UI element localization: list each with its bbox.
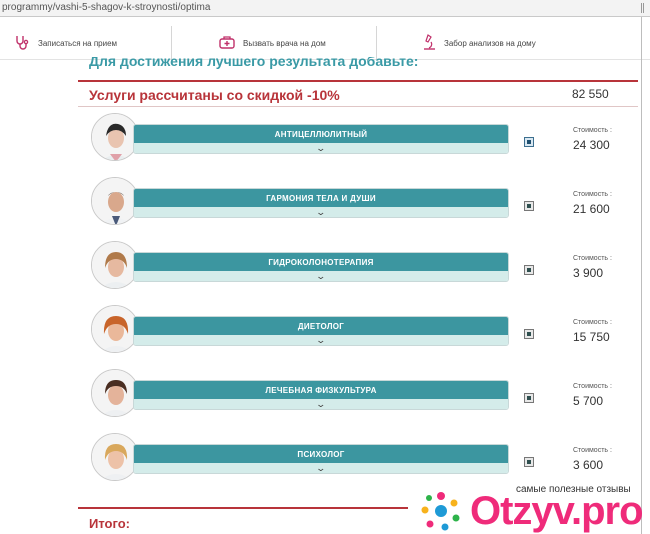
- service-name: ЛЕЧЕБНАЯ ФИЗКУЛЬТУРА: [134, 381, 508, 399]
- price-label: Стоимость :: [573, 255, 612, 262]
- nav-home-tests[interactable]: Забор анализов на дому: [422, 26, 536, 60]
- nav-home-tests-label: Забор анализов на дому: [444, 38, 536, 48]
- chevron-down-icon[interactable]: ⌄: [316, 209, 327, 218]
- service-checkbox[interactable]: [524, 457, 534, 467]
- service-checkbox[interactable]: [524, 137, 534, 147]
- microscope-icon: [422, 34, 444, 52]
- doctor-photo: [91, 305, 139, 353]
- discount-label: Услуги рассчитаны со скидкой -10%: [89, 87, 340, 103]
- nav-book-appointment-label: Записаться на прием: [38, 38, 118, 48]
- service-row: АНТИЦЕЛЛЮЛИТНЫЙ ⌄ Стоимость : 24 300: [88, 111, 633, 173]
- nav-call-doctor-label: Вызвать врача на дом: [243, 38, 326, 48]
- price-label: Стоимость :: [573, 319, 612, 326]
- scroll-indicator: [641, 3, 644, 13]
- price-label: Стоимость :: [573, 127, 612, 134]
- chevron-down-icon[interactable]: ⌄: [316, 465, 327, 474]
- doctor-photo: [91, 177, 139, 225]
- price-label: Стоимость :: [573, 383, 612, 390]
- service-row: ЛЕЧЕБНАЯ ФИЗКУЛЬТУРА ⌄ Стоимость : 5 700: [88, 367, 633, 429]
- nav-divider: [171, 26, 172, 60]
- price-value: 5 700: [573, 394, 604, 408]
- discount-total: 82 550: [572, 87, 609, 101]
- doctor-photo: [91, 433, 139, 481]
- service-toggle-bar[interactable]: ГИДРОКОЛОНОТЕРАПИЯ ⌄: [133, 252, 509, 282]
- chevron-down-icon[interactable]: ⌄: [316, 337, 327, 346]
- service-name: ПСИХОЛОГ: [134, 445, 508, 463]
- nav-book-appointment[interactable]: Записаться на прием: [14, 26, 117, 60]
- promo-heading: Для достижения лучшего результата добавь…: [89, 57, 419, 69]
- total-divider: [78, 507, 408, 509]
- price-label: Стоимость :: [573, 191, 612, 198]
- chevron-down-icon[interactable]: ⌄: [316, 273, 327, 282]
- service-name: ГИДРОКОЛОНОТЕРАПИЯ: [134, 253, 508, 271]
- service-toggle-bar[interactable]: АНТИЦЕЛЛЮЛИТНЫЙ ⌄: [133, 124, 509, 154]
- total-label: Итого:: [89, 516, 130, 531]
- doctor-photo: [91, 369, 139, 417]
- stethoscope-icon: [14, 34, 38, 52]
- service-checkbox[interactable]: [524, 201, 534, 211]
- service-row: ДИЕТОЛОГ ⌄ Стоимость : 15 750: [88, 303, 633, 365]
- price-value: 24 300: [573, 138, 610, 152]
- service-toggle-bar[interactable]: ДИЕТОЛОГ ⌄: [133, 316, 509, 346]
- service-toggle-bar[interactable]: ПСИХОЛОГ ⌄: [133, 444, 509, 474]
- service-toggle-bar[interactable]: ГАРМОНИЯ ТЕЛА И ДУШИ ⌄: [133, 188, 509, 218]
- chevron-down-icon[interactable]: ⌄: [316, 145, 327, 154]
- service-name: АНТИЦЕЛЛЮЛИТНЫЙ: [134, 125, 508, 143]
- service-toggle-bar[interactable]: ЛЕЧЕБНАЯ ФИЗКУЛЬТУРА ⌄: [133, 380, 509, 410]
- price-label: Стоимость :: [573, 447, 612, 454]
- chevron-down-icon[interactable]: ⌄: [316, 401, 327, 410]
- discount-row: Услуги рассчитаны со скидкой -10% 82 550: [78, 80, 638, 107]
- url-text[interactable]: programmy/vashi-5-shagov-k-stroynosti/op…: [2, 2, 210, 13]
- service-name: ДИЕТОЛОГ: [134, 317, 508, 335]
- service-checkbox[interactable]: [524, 393, 534, 403]
- price-value: 3 600: [573, 458, 604, 472]
- price-value: 15 750: [573, 330, 610, 344]
- service-row: ГИДРОКОЛОНОТЕРАПИЯ ⌄ Стоимость : 3 900: [88, 239, 633, 301]
- address-bar[interactable]: programmy/vashi-5-shagov-k-stroynosti/op…: [0, 0, 650, 17]
- nav-call-doctor[interactable]: Вызвать врача на дом: [219, 26, 326, 60]
- top-navigation: Записаться на прием Вызвать врача на дом…: [0, 26, 650, 60]
- nav-divider: [376, 26, 377, 60]
- watermark-logo: Otzyv.pro: [418, 489, 650, 534]
- medical-bag-icon: [219, 35, 243, 51]
- doctor-photo: [91, 241, 139, 289]
- service-name: ГАРМОНИЯ ТЕЛА И ДУШИ: [134, 189, 508, 207]
- price-value: 3 900: [573, 266, 604, 280]
- service-checkbox[interactable]: [524, 329, 534, 339]
- service-row: ГАРМОНИЯ ТЕЛА И ДУШИ ⌄ Стоимость : 21 60…: [88, 175, 633, 237]
- page-border: [641, 17, 642, 534]
- price-value: 21 600: [573, 202, 610, 216]
- service-checkbox[interactable]: [524, 265, 534, 275]
- watermark-brand: Otzyv.pro: [470, 489, 644, 533]
- doctor-photo: [91, 113, 139, 161]
